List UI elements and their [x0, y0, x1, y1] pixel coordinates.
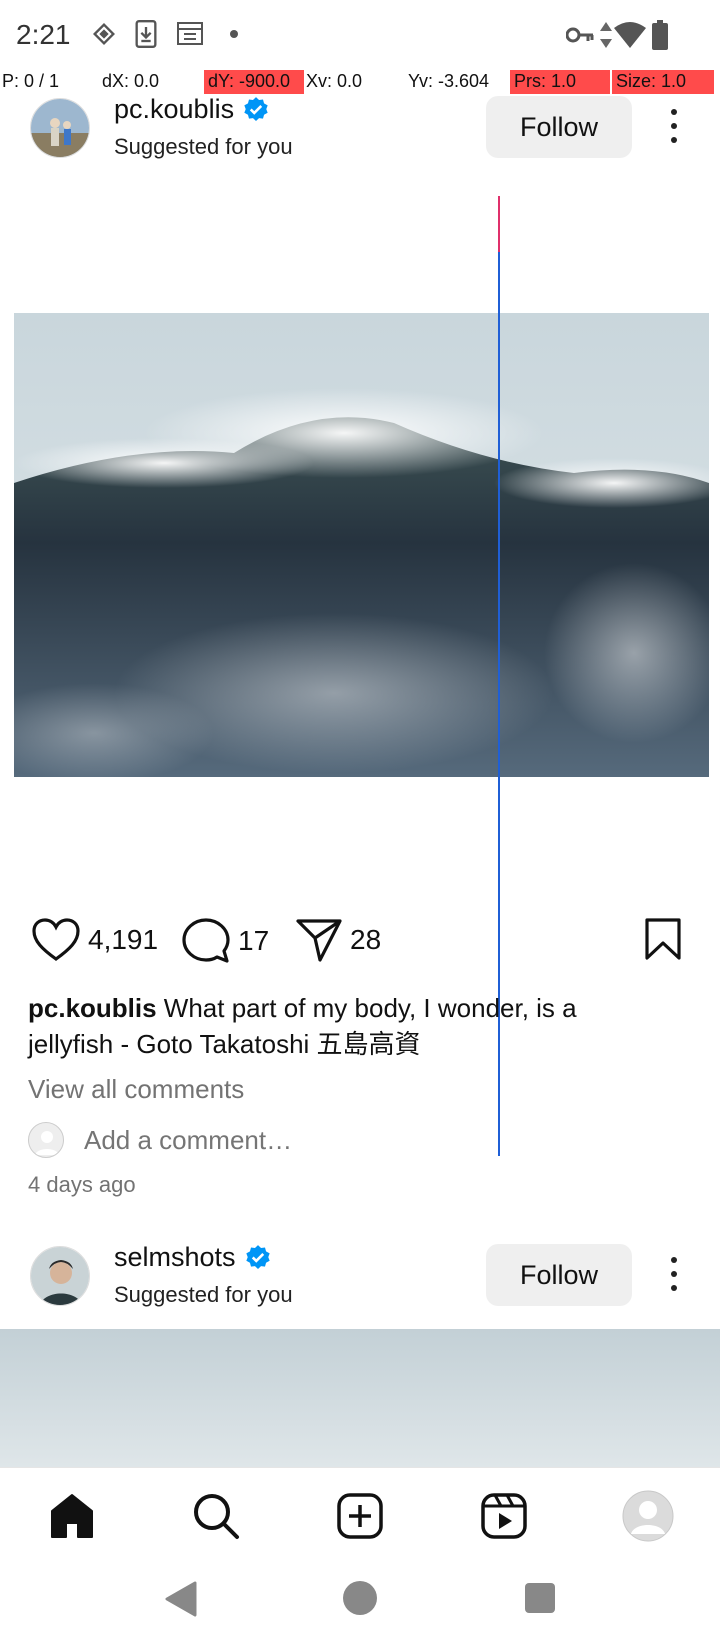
status-time: 2:21: [16, 19, 71, 50]
username[interactable]: pc.koublis: [114, 94, 234, 125]
home-icon[interactable]: [44, 1488, 100, 1544]
bottom-navigation: [0, 1467, 720, 1559]
verified-badge-icon: [244, 96, 268, 121]
pointer-trace-start: [498, 196, 500, 252]
pointer-count: P: 0 / 1: [2, 71, 60, 91]
post-header: pc.koublis Suggested for you Follow: [0, 94, 720, 174]
pointer-location-overlay: P: 0 / 1 dX: 0.0 dY: -900.0 Xv: 0.0 Yv: …: [0, 68, 720, 94]
heart-icon[interactable]: [32, 918, 80, 962]
pointer-size: Size: 1.0: [612, 70, 714, 94]
add-comment-input[interactable]: [84, 1124, 419, 1156]
post-header: selmshots Suggested for you Follow: [0, 1242, 720, 1322]
key-icon: [566, 27, 594, 43]
caption-username[interactable]: pc.koublis: [28, 993, 157, 1023]
username-row[interactable]: selmshots: [114, 1242, 272, 1273]
home-button[interactable]: [342, 1580, 378, 1616]
more-options-icon[interactable]: [660, 96, 688, 156]
dot-icon: [230, 30, 238, 38]
wifi-icon: [614, 22, 646, 48]
post-timestamp: 4 days ago: [28, 1172, 136, 1197]
comment-action[interactable]: 17: [182, 918, 269, 964]
follow-button[interactable]: Follow: [486, 1244, 632, 1306]
save-action[interactable]: [644, 918, 682, 960]
reels-icon[interactable]: [476, 1488, 532, 1544]
share-icon[interactable]: [296, 918, 342, 962]
bookmark-icon[interactable]: [644, 918, 682, 960]
post-image[interactable]: [0, 1329, 720, 1467]
view-all-comments-link[interactable]: View all comments: [28, 1074, 244, 1105]
create-icon[interactable]: [332, 1488, 388, 1544]
back-button[interactable]: [162, 1579, 198, 1619]
data-arrows-icon: [600, 22, 612, 48]
pointer-dx: dX: 0.0: [102, 71, 160, 91]
pointer-dy: dY: -900.0: [204, 70, 304, 94]
post-image[interactable]: [14, 313, 709, 777]
post-actions: 4,191 17 28: [0, 918, 720, 978]
profile-icon[interactable]: [620, 1488, 676, 1544]
avatar[interactable]: [30, 98, 90, 158]
system-navigation: [0, 1559, 720, 1650]
user-avatar-icon: [28, 1122, 64, 1158]
post-caption: pc.koublis What part of my body, I wonde…: [28, 990, 668, 1062]
search-icon[interactable]: [188, 1488, 244, 1544]
vpn-key-icon: [93, 23, 115, 45]
like-count: 4,191: [88, 924, 159, 955]
pointer-pressure: Prs: 1.0: [510, 70, 610, 94]
add-comment-row[interactable]: [28, 1122, 419, 1158]
share-count: 28: [350, 924, 382, 955]
comment-count: 17: [238, 925, 270, 956]
verified-badge-icon: [245, 1244, 270, 1269]
more-options-icon[interactable]: [660, 1244, 688, 1304]
status-bar: 2:21: [0, 0, 720, 68]
pointer-yv: Yv: -3.604: [408, 71, 490, 91]
share-action[interactable]: 28: [296, 918, 381, 962]
like-action[interactable]: 4,191: [32, 918, 158, 962]
download-icon: [135, 20, 157, 48]
pointer-xv: Xv: 0.0: [306, 71, 363, 91]
battery-icon: [652, 20, 668, 50]
comment-icon[interactable]: [182, 918, 230, 964]
calendar-icon: [177, 22, 203, 45]
username-row[interactable]: pc.koublis: [114, 94, 270, 125]
avatar[interactable]: [30, 1246, 90, 1306]
suggested-label: Suggested for you: [114, 1282, 293, 1307]
recents-button[interactable]: [524, 1582, 556, 1614]
suggested-label: Suggested for you: [114, 134, 293, 159]
username[interactable]: selmshots: [114, 1242, 236, 1273]
follow-button[interactable]: Follow: [486, 96, 632, 158]
